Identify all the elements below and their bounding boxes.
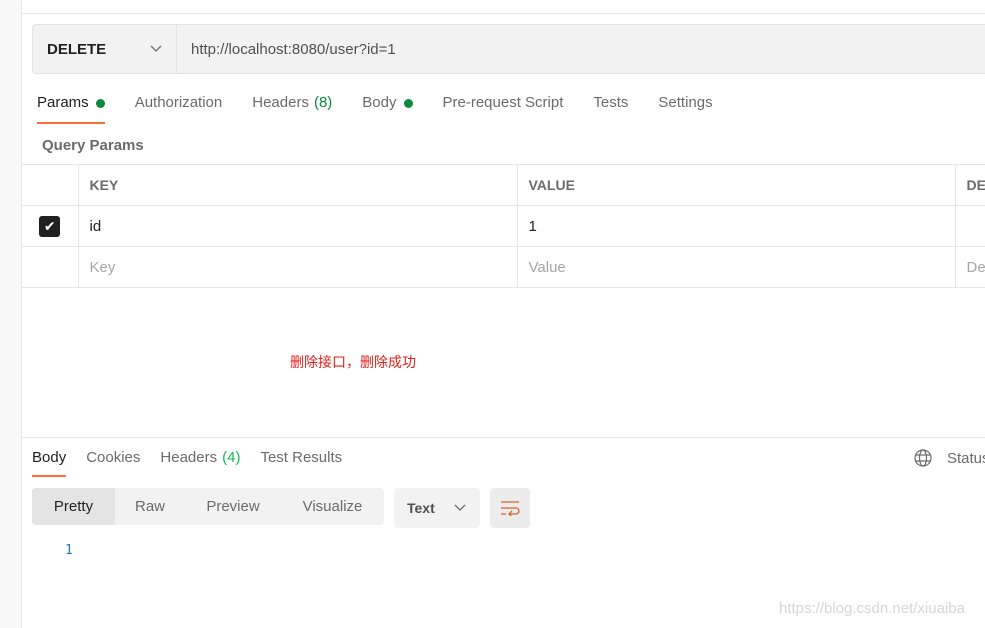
count-badge: (4) bbox=[222, 449, 241, 466]
value-input[interactable]: Value bbox=[516, 246, 956, 288]
key-cell[interactable]: id bbox=[77, 205, 518, 247]
value-cell[interactable]: 1 bbox=[516, 205, 956, 247]
tab-label: Test Results bbox=[260, 449, 343, 466]
tab-label: Headers bbox=[252, 94, 309, 111]
tab-body[interactable]: Body bbox=[362, 94, 413, 124]
tab-label: Params bbox=[37, 94, 89, 111]
tab-response-body[interactable]: Body bbox=[32, 449, 67, 477]
tab-label: Pre-request Script bbox=[442, 94, 564, 111]
chevron-down-icon bbox=[150, 45, 162, 52]
checkbox-column bbox=[22, 164, 79, 206]
view-preview[interactable]: Preview bbox=[185, 488, 281, 525]
checkbox-cell: ✔ bbox=[22, 205, 79, 247]
checkbox-cell bbox=[22, 246, 79, 288]
tab-label: Settings bbox=[658, 94, 713, 111]
tab-params[interactable]: Params bbox=[37, 94, 105, 124]
tab-cookies[interactable]: Cookies bbox=[86, 449, 140, 477]
view-visualize[interactable]: Visualize bbox=[281, 488, 384, 525]
method-label: DELETE bbox=[47, 40, 107, 58]
tab-label: Body bbox=[32, 449, 67, 466]
request-tabs: Params Authorization Headers (8) Body Pre… bbox=[37, 94, 743, 124]
tab-authorization[interactable]: Authorization bbox=[135, 94, 223, 124]
tab-settings[interactable]: Settings bbox=[658, 94, 712, 124]
table-row-empty: Key Value De bbox=[22, 246, 985, 288]
table-row: ✔ id 1 bbox=[22, 205, 985, 247]
response-body-line: 1 bbox=[65, 543, 73, 558]
request-bar: DELETE http://localhost:8080/user?id=1 bbox=[32, 24, 985, 74]
query-params-title: Query Params bbox=[42, 137, 144, 154]
description-cell[interactable] bbox=[954, 205, 985, 247]
tab-label: Body bbox=[362, 94, 397, 111]
view-mode-selector: Pretty Raw Preview Visualize bbox=[32, 488, 384, 525]
value-header: VALUE bbox=[516, 164, 956, 206]
format-label: Text bbox=[407, 500, 435, 516]
checkbox-checked[interactable]: ✔ bbox=[39, 215, 61, 237]
description-header: DE bbox=[954, 164, 985, 206]
tab-tests[interactable]: Tests bbox=[593, 94, 628, 124]
format-select[interactable]: Text bbox=[394, 488, 480, 528]
tab-test-results[interactable]: Test Results bbox=[260, 449, 342, 477]
tab-label: Authorization bbox=[134, 94, 223, 111]
wrap-lines-button[interactable] bbox=[490, 488, 530, 528]
view-pretty[interactable]: Pretty bbox=[32, 488, 115, 525]
active-dot-icon bbox=[95, 99, 105, 108]
status-area: Status bbox=[914, 449, 985, 467]
active-dot-icon bbox=[403, 99, 413, 108]
params-table: KEY VALUE DE ✔ id 1 Key Value De bbox=[22, 164, 985, 288]
tab-label: Tests bbox=[593, 94, 629, 111]
left-sidebar bbox=[0, 0, 22, 628]
globe-icon[interactable] bbox=[914, 449, 932, 467]
key-header: KEY bbox=[77, 164, 518, 206]
description-input[interactable]: De bbox=[954, 246, 985, 288]
chevron-down-icon bbox=[454, 504, 466, 511]
key-input[interactable]: Key bbox=[77, 246, 518, 288]
tab-label: Cookies bbox=[86, 449, 141, 466]
watermark: https://blog.csdn.net/xiuaiba bbox=[779, 600, 965, 617]
divider bbox=[22, 437, 985, 438]
response-tabs: Body Cookies Headers (4) Test Results bbox=[32, 449, 362, 477]
table-header: KEY VALUE DE bbox=[22, 164, 985, 206]
count-badge: (8) bbox=[313, 94, 333, 111]
tab-label: Headers bbox=[160, 449, 218, 466]
tab-headers[interactable]: Headers (8) bbox=[252, 94, 332, 124]
url-input[interactable]: http://localhost:8080/user?id=1 bbox=[177, 41, 396, 58]
tab-response-headers[interactable]: Headers (4) bbox=[160, 449, 240, 477]
tab-pre-request-script[interactable]: Pre-request Script bbox=[443, 94, 564, 124]
view-raw[interactable]: Raw bbox=[115, 488, 185, 525]
method-select[interactable]: DELETE bbox=[33, 25, 177, 73]
status-label: Status bbox=[947, 449, 985, 467]
wrap-lines-icon bbox=[501, 501, 520, 516]
annotation-text: 删除接口，删除成功 bbox=[290, 354, 416, 370]
divider bbox=[22, 13, 985, 14]
